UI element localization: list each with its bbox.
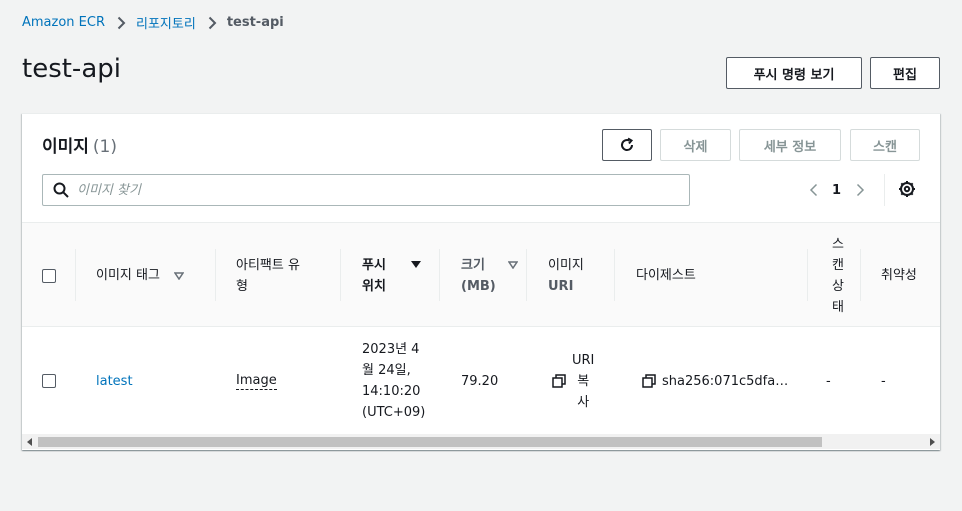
column-label: 이미지 bbox=[548, 257, 584, 273]
breadcrumb-repositories[interactable]: 리포지토리 bbox=[136, 13, 196, 32]
column-label: 캔 bbox=[832, 257, 844, 273]
pushed-at-line: 2023년 4 bbox=[362, 342, 420, 357]
page-title: test-api bbox=[22, 54, 121, 84]
select-all-checkbox[interactable] bbox=[42, 268, 56, 283]
breadcrumb: Amazon ECR 리포지토리 test-api bbox=[22, 13, 284, 32]
row-checkbox[interactable] bbox=[42, 374, 56, 388]
chevron-right-icon bbox=[208, 16, 217, 30]
scroll-left-arrow-icon[interactable] bbox=[26, 437, 34, 447]
column-label: 스 bbox=[832, 236, 844, 252]
next-page-button[interactable] bbox=[851, 180, 869, 200]
column-label: 푸시 bbox=[362, 257, 386, 273]
delete-button[interactable]: 삭제 bbox=[660, 129, 731, 161]
artifact-type[interactable]: Image bbox=[236, 373, 277, 390]
column-label: 상 bbox=[832, 278, 844, 294]
column-header-pushed-at[interactable]: 푸시 위치 bbox=[362, 223, 432, 328]
copy-uri-label: 복 bbox=[577, 373, 590, 389]
images-title: 이미지 bbox=[42, 137, 89, 157]
chevron-left-icon bbox=[809, 183, 817, 197]
previous-page-button[interactable] bbox=[804, 180, 822, 200]
chevron-right-icon bbox=[856, 183, 864, 197]
column-divider bbox=[614, 249, 615, 301]
column-label: 크기 bbox=[461, 257, 485, 273]
copy-uri-label: 사 bbox=[577, 394, 590, 410]
column-label: URI bbox=[548, 278, 574, 294]
chevron-right-icon bbox=[117, 16, 126, 30]
column-header-scan-status: 스 캔 상 태 bbox=[828, 223, 848, 328]
images-count: (1) bbox=[92, 137, 118, 157]
table-row: latest Image 2023년 4 월 24일, 14:10:20 (UT… bbox=[22, 328, 940, 434]
preferences-button[interactable] bbox=[898, 180, 916, 198]
sort-descending-icon bbox=[410, 261, 421, 268]
size-cell: 79.20 bbox=[461, 328, 498, 434]
vulnerabilities: - bbox=[881, 373, 886, 389]
column-header-digest: 다이제스트 bbox=[636, 223, 796, 328]
breadcrumb-current: test-api bbox=[226, 15, 284, 30]
edit-button[interactable]: 편집 bbox=[870, 57, 940, 89]
scan-status: - bbox=[826, 373, 831, 389]
gear-icon bbox=[899, 181, 915, 197]
pushed-at-line: 월 24일, bbox=[362, 363, 411, 378]
column-header-vulnerabilities: 취약성 bbox=[881, 223, 940, 328]
column-divider bbox=[215, 249, 216, 301]
horizontal-scrollbar[interactable] bbox=[22, 434, 940, 449]
pagination: 1 bbox=[804, 180, 869, 200]
image-tag-link[interactable]: latest bbox=[96, 371, 133, 392]
search-icon bbox=[53, 182, 69, 198]
column-divider bbox=[860, 249, 861, 301]
column-label: 다이제스트 bbox=[636, 268, 696, 283]
column-divider bbox=[439, 249, 440, 301]
column-divider bbox=[340, 249, 341, 301]
sort-down-icon bbox=[507, 260, 518, 269]
column-label: 태 bbox=[832, 299, 844, 315]
sort-down-icon bbox=[173, 271, 184, 280]
copy-uri-button[interactable]: URI 복 사 bbox=[552, 328, 594, 434]
refresh-button[interactable] bbox=[602, 129, 652, 161]
tag-cell: latest bbox=[96, 328, 133, 434]
scroll-right-arrow-icon[interactable] bbox=[928, 437, 936, 447]
artifact-type-cell: Image bbox=[236, 328, 277, 434]
select-all-cell bbox=[42, 223, 56, 328]
column-label: 취약성 bbox=[881, 268, 917, 283]
images-panel: 이미지(1) 삭제 세부 정보 스캔 1 이미지 태그 bbox=[22, 113, 940, 450]
details-button[interactable]: 세부 정보 bbox=[739, 129, 841, 161]
pushed-at-cell: 2023년 4 월 24일, 14:10:20 (UTC+09) bbox=[362, 328, 425, 434]
table-header: 이미지 태그 아티팩트 유 형 푸시 위치 크기 (MB) 이미지 URI 다이… bbox=[22, 222, 940, 327]
scan-status-cell: - bbox=[826, 328, 831, 434]
scan-button[interactable]: 스캔 bbox=[850, 129, 920, 161]
digest-cell: sha256:071c5dfa… bbox=[642, 328, 788, 434]
pushed-at-line: (UTC+09) bbox=[362, 405, 426, 420]
column-header-size[interactable]: 크기 (MB) bbox=[461, 223, 531, 328]
image-size: 79.20 bbox=[461, 373, 499, 389]
column-label: 아티팩트 유 bbox=[236, 257, 300, 273]
column-label: (MB) bbox=[461, 278, 496, 294]
toolbar-divider bbox=[884, 174, 885, 206]
view-push-commands-button[interactable]: 푸시 명령 보기 bbox=[726, 57, 862, 89]
pushed-at-line: 14:10:20 bbox=[362, 384, 421, 399]
breadcrumb-amazon-ecr[interactable]: Amazon ECR bbox=[22, 15, 105, 30]
column-header-uri: 이미지 URI bbox=[548, 223, 608, 328]
copy-icon bbox=[552, 374, 566, 388]
images-heading: 이미지 (1) bbox=[42, 132, 117, 157]
column-label: 형 bbox=[236, 278, 248, 294]
copy-icon[interactable] bbox=[642, 374, 656, 388]
column-label: 위치 bbox=[362, 278, 386, 294]
column-header-tag[interactable]: 이미지 태그 bbox=[96, 223, 216, 328]
vulnerabilities-cell: - bbox=[881, 328, 886, 434]
refresh-icon bbox=[621, 137, 634, 151]
copy-uri-label: URI bbox=[572, 352, 595, 368]
current-page[interactable]: 1 bbox=[832, 183, 841, 198]
column-divider bbox=[75, 249, 76, 301]
image-search[interactable] bbox=[42, 174, 690, 206]
column-label: 이미지 태그 bbox=[96, 268, 160, 283]
scrollbar-thumb[interactable] bbox=[38, 437, 822, 447]
column-divider bbox=[526, 249, 527, 301]
search-input[interactable] bbox=[77, 182, 637, 198]
column-header-artifact-type[interactable]: 아티팩트 유 형 bbox=[236, 223, 336, 328]
row-select-cell bbox=[42, 328, 56, 434]
image-digest: sha256:071c5dfa… bbox=[662, 373, 789, 389]
column-divider bbox=[807, 249, 808, 301]
